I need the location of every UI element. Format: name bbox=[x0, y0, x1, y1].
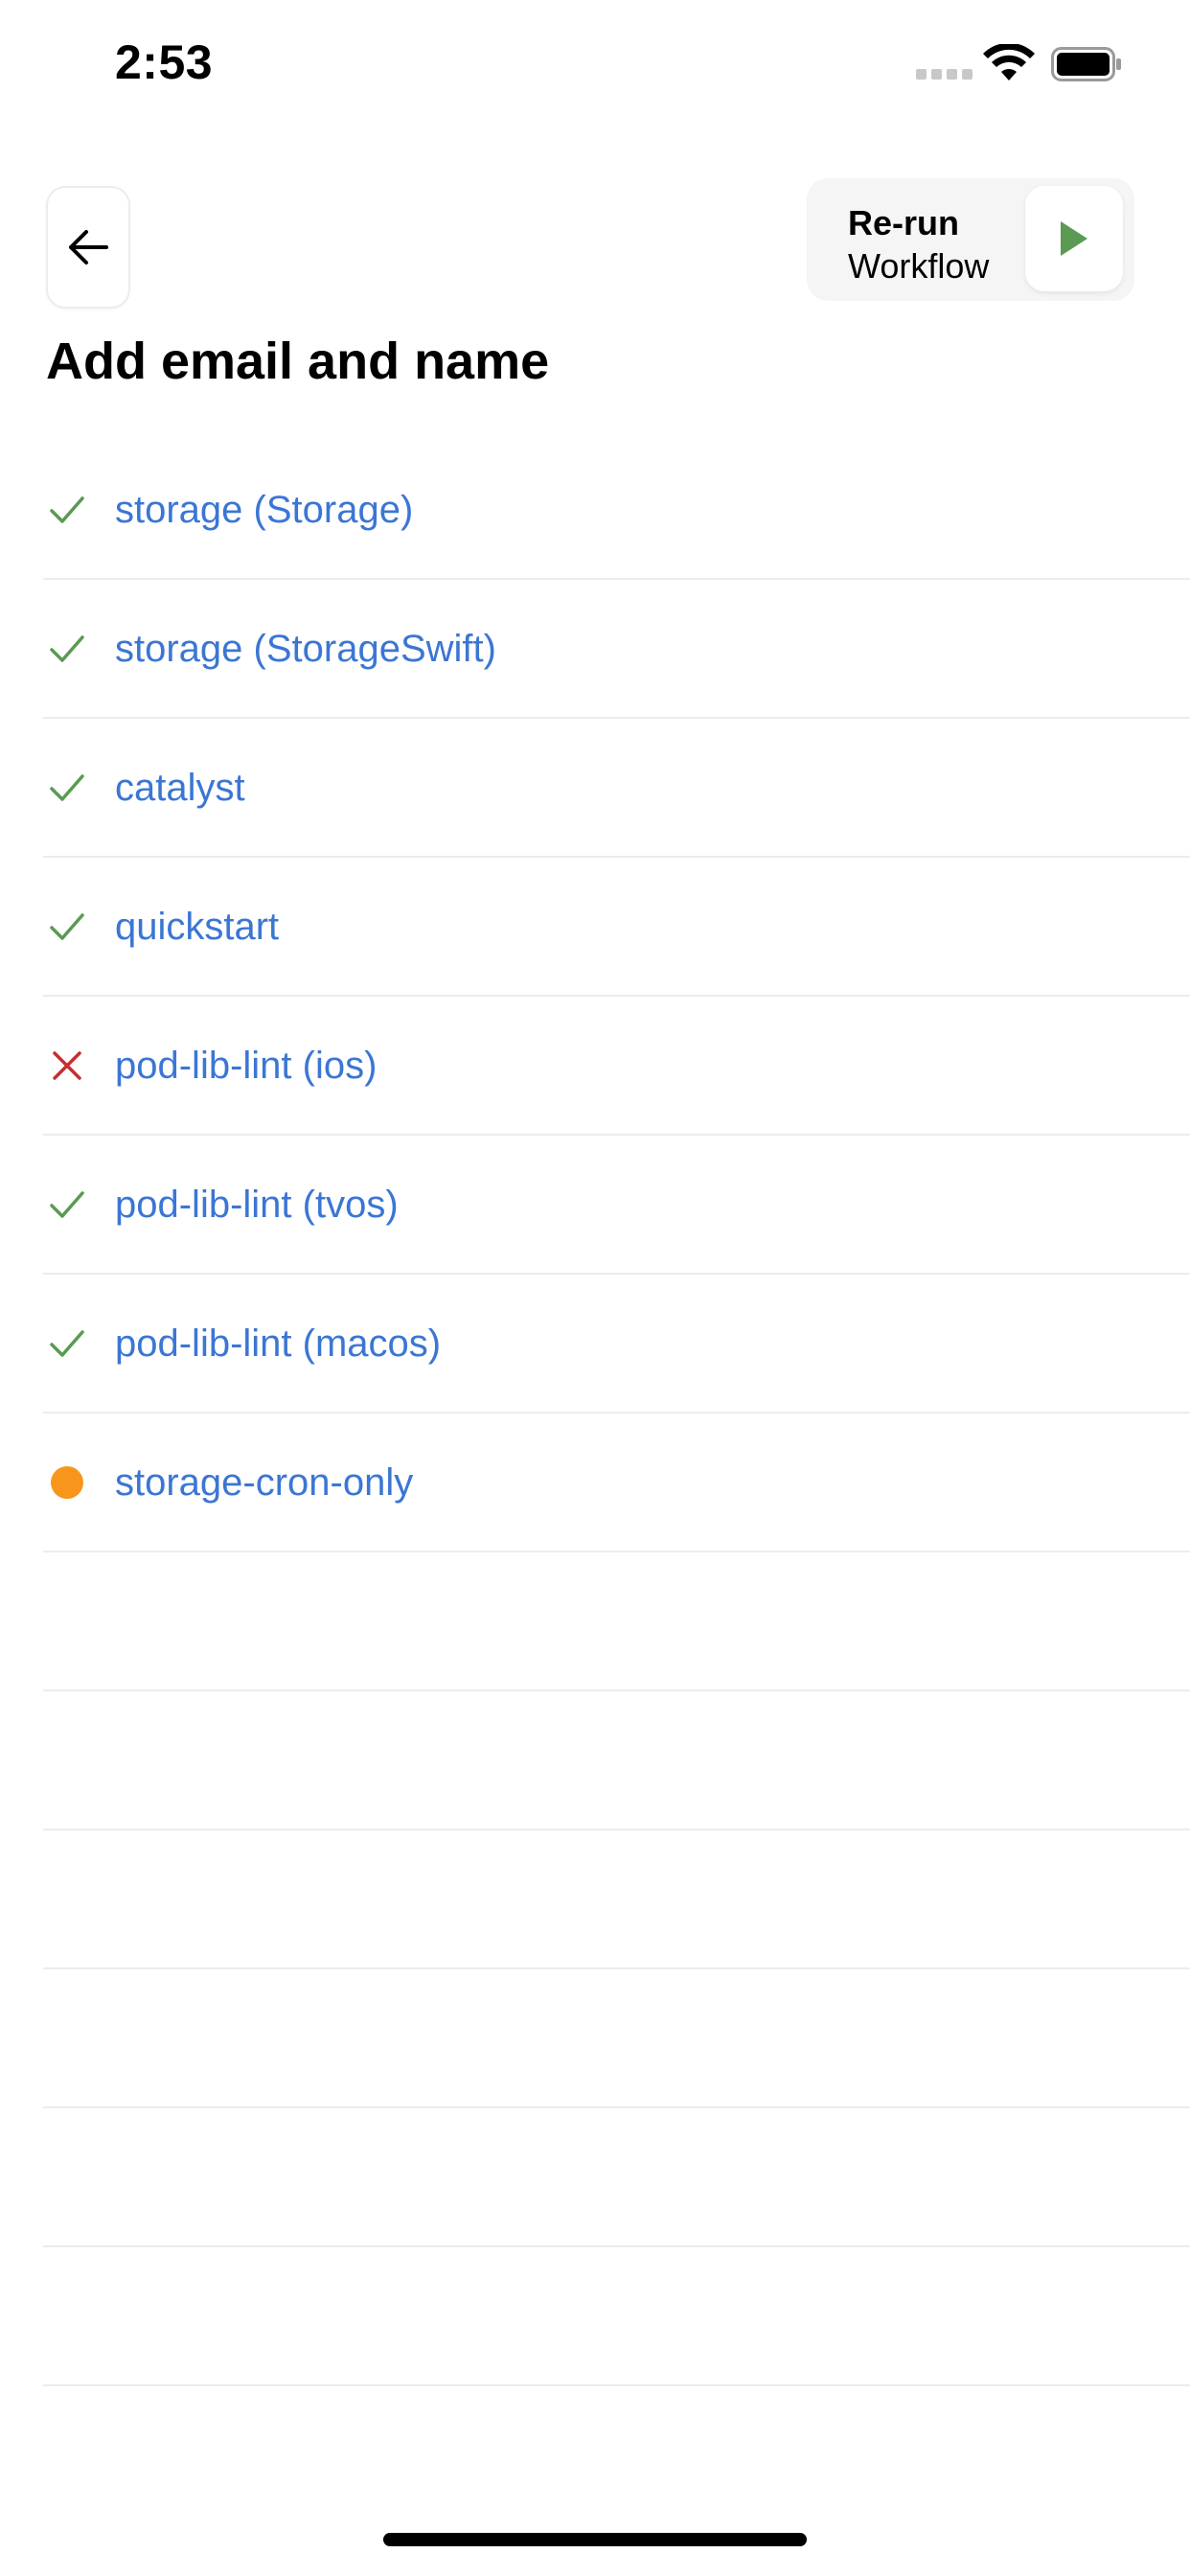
job-name-link[interactable]: storage (StorageSwift) bbox=[115, 626, 496, 672]
checkmark-icon bbox=[48, 769, 86, 807]
empty-row bbox=[43, 2108, 1190, 2247]
job-list: storage (Storage) storage (StorageSwift) c… bbox=[43, 441, 1190, 2386]
job-row[interactable]: storage (Storage) bbox=[43, 441, 1190, 580]
battery-icon bbox=[1051, 47, 1121, 81]
rerun-label: Re-run Workflow bbox=[848, 201, 989, 288]
play-button[interactable] bbox=[1025, 186, 1123, 291]
status-time: 2:53 bbox=[115, 35, 214, 89]
status-bar: 2:53 bbox=[0, 0, 1190, 130]
empty-row bbox=[43, 1691, 1190, 1830]
job-name-link[interactable]: pod-lib-lint (ios) bbox=[115, 1043, 377, 1089]
job-row[interactable]: catalyst bbox=[43, 719, 1190, 858]
job-name-link[interactable]: storage-cron-only bbox=[115, 1460, 413, 1506]
job-row[interactable]: storage (StorageSwift) bbox=[43, 580, 1190, 719]
job-name-link[interactable]: quickstart bbox=[115, 904, 279, 950]
empty-row bbox=[43, 2247, 1190, 2386]
empty-row bbox=[43, 1552, 1190, 1691]
back-button[interactable] bbox=[48, 188, 128, 307]
cellular-signal-icon bbox=[916, 69, 973, 80]
play-icon bbox=[1061, 221, 1087, 256]
job-name-link[interactable]: catalyst bbox=[115, 765, 245, 811]
job-row[interactable]: storage-cron-only bbox=[43, 1414, 1190, 1552]
x-mark-icon bbox=[48, 1046, 86, 1085]
job-row[interactable]: pod-lib-lint (ios) bbox=[43, 997, 1190, 1136]
job-row[interactable]: quickstart bbox=[43, 858, 1190, 997]
checkmark-icon bbox=[48, 1185, 86, 1224]
checkmark-icon bbox=[48, 1324, 86, 1363]
checkmark-icon bbox=[48, 630, 86, 668]
page-title: Add email and name bbox=[46, 333, 550, 390]
job-row[interactable]: pod-lib-lint (tvos) bbox=[43, 1136, 1190, 1275]
empty-row bbox=[43, 1969, 1190, 2108]
arrow-left-icon bbox=[69, 230, 108, 264]
rerun-label-line2: Workflow bbox=[848, 246, 990, 286]
in-progress-dot-icon bbox=[48, 1463, 86, 1502]
checkmark-icon bbox=[48, 491, 86, 529]
rerun-label-line1: Re-run bbox=[848, 203, 959, 242]
wifi-icon bbox=[983, 44, 1035, 80]
checkmark-icon bbox=[48, 908, 86, 946]
job-name-link[interactable]: pod-lib-lint (tvos) bbox=[115, 1182, 399, 1228]
job-name-link[interactable]: pod-lib-lint (macos) bbox=[115, 1321, 441, 1367]
job-row[interactable]: pod-lib-lint (macos) bbox=[43, 1275, 1190, 1414]
job-name-link[interactable]: storage (Storage) bbox=[115, 487, 413, 533]
rerun-workflow-button[interactable]: Re-run Workflow bbox=[807, 178, 1134, 301]
empty-row bbox=[43, 1830, 1190, 1969]
home-indicator bbox=[383, 2533, 807, 2546]
